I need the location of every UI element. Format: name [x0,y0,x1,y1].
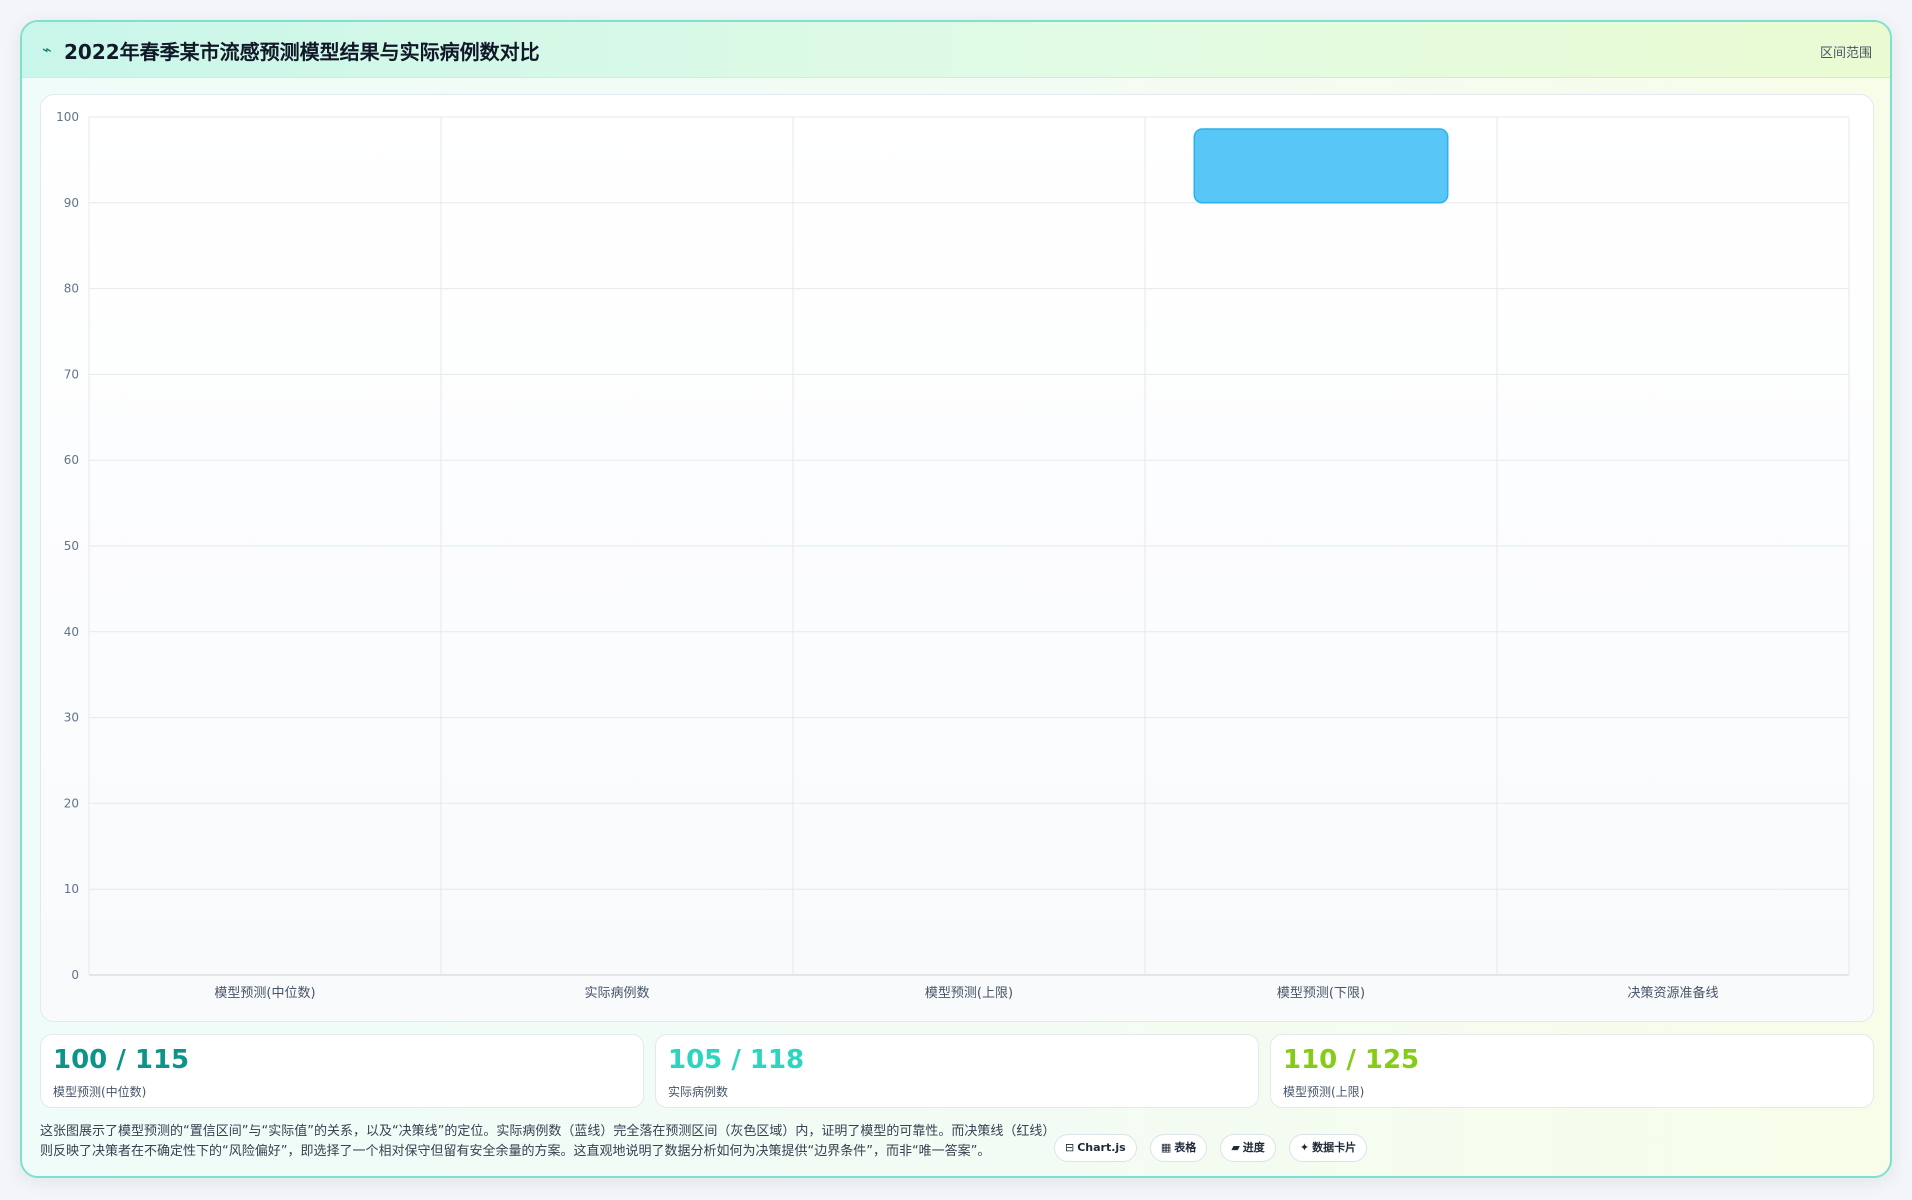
pill-label: 表格 [1174,1141,1197,1154]
stat-label: 模型预测(上限) [1283,1085,1365,1099]
stat-card-actual: 105 / 118 实际病例数 [655,1034,1259,1108]
pill-table[interactable]: ▦ 表格 [1149,1134,1208,1162]
y-tick-label: 0 [71,968,79,982]
y-tick-label: 100 [56,110,79,124]
bar [1193,128,1449,204]
pill-progress[interactable]: ▰ 进度 [1220,1134,1276,1162]
stat-card-upper: 110 / 125 模型预测(上限) [1270,1034,1874,1108]
pill-chartjs[interactable]: ⊟ Chart.js [1054,1134,1137,1162]
stat-card-median: 100 / 115 模型预测(中位数) [40,1034,644,1108]
stat-value: 100 / 115 [53,1045,190,1075]
x-tick-label: 模型预测(上限) [925,986,1013,1001]
y-tick-label: 20 [64,796,79,810]
chartjs-icon: ⊟ [1065,1141,1075,1154]
chart-card: ⌁ 2022年春季某市流感预测模型结果与实际病例数对比 区间范围 0 10 20 30… [20,20,1892,1178]
pill-label: 数据卡片 [1312,1141,1357,1154]
stat-label: 实际病例数 [668,1085,729,1099]
pill-label: 进度 [1242,1141,1265,1154]
stat-value: 110 / 125 [1283,1045,1420,1075]
y-tick-label: 50 [64,539,79,553]
y-tick-label: 80 [64,282,79,296]
x-tick-label: 决策资源准备线 [1627,985,1718,1001]
y-tick-label: 90 [64,196,79,210]
pill-label: Chart.js [1077,1141,1126,1154]
stats-row: 100 / 115 模型预测(中位数) 105 / 118 实际病例数 110 … [40,1034,1874,1108]
stat-value: 105 / 118 [668,1045,805,1075]
y-tick-label: 70 [64,367,79,381]
table-icon: ▦ [1160,1141,1172,1154]
floating-bar-chart: 0 10 20 30 40 50 60 70 80 90 100 模型预测(中位数) 实际病例数 模型预测… [56,110,1850,1001]
y-tick-label: 60 [64,453,79,467]
y-tick-label: 40 [64,625,79,639]
x-tick-label: 实际病例数 [584,986,649,1001]
stat-label: 模型预测(中位数) [53,1085,147,1099]
tech-pills: ⊟ Chart.js ▦ 表格 ▰ 进度 ✦ 数据卡片 [1054,1134,1375,1164]
progress-icon: ▰ [1231,1141,1240,1154]
range-label[interactable]: 区间范围 [1820,42,1872,61]
x-tick-label: 模型预测(中位数) [214,986,315,1001]
pill-data-card[interactable]: ✦ 数据卡片 [1288,1134,1368,1162]
data-card-icon: ✦ [1299,1141,1310,1154]
chart-panel: 0 10 20 30 40 50 60 70 80 90 100 模型预测(中位数) 实际病例数 模型预测… [40,94,1874,1022]
y-tick-label: 30 [64,711,79,725]
page-title: 2022年春季某市流感预测模型结果与实际病例数对比 [64,40,540,64]
chart-description: 这张图展示了模型预测的“置信区间”与“实际值”的关系，以及“决策线”的定位。实际… [40,1124,1056,1159]
card-header: ⌁ 2022年春季某市流感预测模型结果与实际病例数对比 区间范围 [22,22,1890,78]
y-tick-label: 10 [64,882,79,896]
x-tick-label: 模型预测(下限) [1277,986,1365,1001]
chart-line-icon: ⌁ [42,40,52,59]
